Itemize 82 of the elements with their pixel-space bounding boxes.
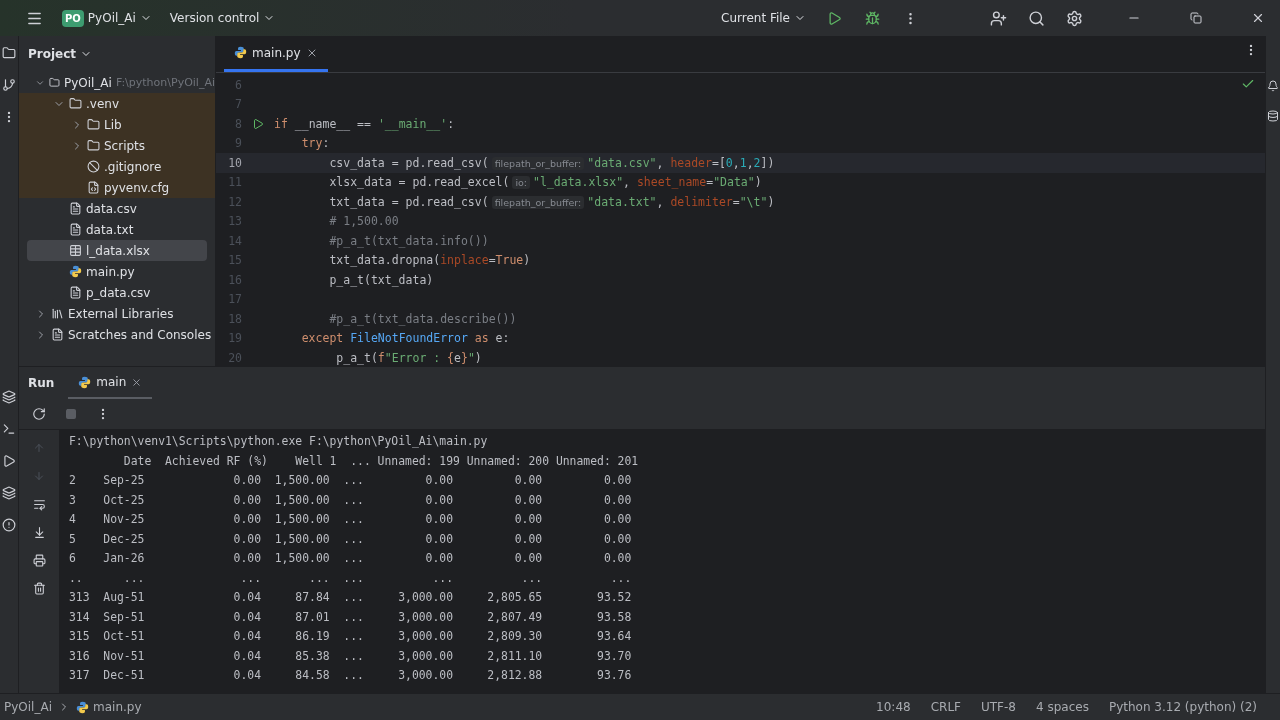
console-line: 3 Oct-25 0.00 1,500.00 ... 0.00 0.00 0.00 — [69, 491, 633, 509]
project-path: F:\python\PyOil_Ai — [115, 76, 215, 89]
console-line: 4 Nov-25 0.00 1,500.00 ... 0.00 0.00 0.00 — [69, 511, 633, 528]
editor-tab[interactable]: main.py — [224, 36, 328, 72]
project-tool-icon[interactable] — [2, 46, 16, 60]
close-tab-icon[interactable] — [131, 376, 143, 388]
code-line: except FileNotFoundError as e: — [300, 331, 510, 346]
python-icon — [234, 46, 247, 59]
code-line: if __name__ == '__main__': — [274, 116, 455, 131]
tree-item[interactable]: PyOil_Ai F:\python\PyOil_Ai — [19, 72, 215, 93]
packages-tool-icon[interactable] — [2, 390, 16, 404]
console-line: F:\python\venv1\Scripts\python.exe F:\python\PyOil_Ai\main.py — [69, 433, 489, 450]
console-line: 2 Sep-25 0.00 1,500.00 ... 0.00 0.00 0.00 — [69, 472, 633, 489]
folder-icon — [87, 118, 100, 131]
scratch-file-icon — [51, 328, 64, 341]
layers-tool-icon[interactable] — [2, 486, 16, 500]
console-line: 5 Dec-25 0.00 1,500.00 ... 0.00 0.00 0.00 — [69, 530, 633, 548]
text-file-icon — [69, 223, 82, 236]
folder-icon — [87, 139, 100, 152]
library-icon — [51, 307, 64, 320]
run-configuration[interactable]: Current File — [717, 9, 810, 27]
code-line: csv_data = pd.read_csv( filepath_or_buffer: "data.csv", header=[0,1,2]) — [328, 155, 775, 170]
no-problems-icon[interactable] — [1241, 77, 1255, 91]
code-line: xlsx_data = pd.read_excel( io: "l_data.xlsx", sheet_name="Data") — [328, 175, 762, 190]
console-line: 313 Aug-51 0.04 87.84 ... 3,000.00 2,805.65 93.52 — [69, 589, 633, 606]
status-item[interactable]: Python 3.12 (python) (2) — [1101, 700, 1264, 714]
code-line: p_a_t(f"Error : {e}") — [335, 350, 482, 365]
status-item[interactable]: UTF-8 — [974, 700, 1023, 714]
problems-tool-icon[interactable] — [2, 518, 16, 532]
run-tool-icon[interactable] — [2, 454, 16, 468]
run-tab[interactable]: main — [68, 367, 153, 399]
folder-icon — [69, 97, 82, 110]
notifications-icon[interactable] — [1267, 80, 1279, 92]
line-number: 10 — [227, 155, 242, 170]
python-file-icon — [69, 265, 82, 278]
tree-item[interactable]: data.txt — [19, 219, 215, 240]
tree-item[interactable]: Scratches and Consoles — [19, 324, 215, 345]
python-icon — [76, 700, 89, 714]
code-line: #p_a_t(txt_data.info()) — [328, 233, 489, 248]
status-item[interactable]: 4 spaces — [1029, 700, 1096, 714]
tree-item[interactable]: External Libraries — [19, 303, 215, 324]
console-line: 315 Oct-51 0.04 86.19 ... 3,000.00 2,809.30 93.64 — [69, 628, 633, 645]
code-line: #p_a_t(txt_data.describe()) — [328, 311, 517, 326]
console-line: .. ... ... ... ... ... ... ... — [69, 569, 633, 587]
code-line: try: — [300, 136, 330, 151]
console-line: Date Achieved RF (%) Well 1 ... Unnamed: 199 Unnamed: 200 Unnamed: 201 — [122, 452, 640, 470]
code-line: txt_data = pd.read_csv( filepath_or_buffer: "data.txt", delimiter="\t") — [328, 194, 775, 209]
text-file-icon — [69, 286, 82, 299]
console-line: 316 Nov-51 0.04 85.38 ... 3,000.00 2,811.10 93.70 — [69, 647, 633, 665]
version-control-menu[interactable]: Version control — [165, 9, 280, 27]
breadcrumb[interactable]: main.py — [76, 700, 142, 714]
tree-item[interactable]: Scripts — [19, 135, 215, 156]
console-line: 317 Dec-51 0.04 84.58 ... 3,000.00 2,812.88 93.76 — [69, 667, 633, 684]
status-item[interactable]: CRLF — [923, 700, 968, 714]
branch-tool-icon[interactable] — [2, 78, 16, 92]
tree-item[interactable]: p_data.csv — [19, 282, 215, 303]
python-icon — [78, 375, 92, 389]
console-line: 6 Jan-26 0.00 1,500.00 ... 0.00 0.00 0.00 — [69, 550, 633, 567]
tree-item[interactable]: pyvenv.cfg — [19, 177, 215, 198]
tree-item[interactable]: .venv — [19, 93, 215, 114]
text-file-icon — [69, 202, 82, 215]
database-icon[interactable] — [1267, 110, 1279, 122]
spreadsheet-icon — [69, 244, 82, 257]
folder-icon — [49, 76, 60, 89]
tree-item[interactable]: main.py — [19, 261, 215, 282]
code-line: txt_data.dropna(inplace=True) — [328, 253, 531, 268]
project-selector[interactable]: PO PyOil_Ai — [58, 7, 156, 29]
breadcrumb[interactable]: PyOil_Ai — [4, 700, 52, 714]
run-gutter-icon[interactable] — [252, 117, 264, 130]
code-line: p_a_t(txt_data) — [328, 272, 434, 287]
ignore-file-icon — [87, 160, 100, 173]
project-panel-title[interactable]: Project — [28, 47, 93, 61]
status-item[interactable]: 10:48 — [869, 700, 918, 714]
tree-item[interactable]: Lib — [19, 114, 215, 135]
tree-item[interactable]: .gitignore — [19, 156, 215, 177]
tree-item[interactable]: data.csv — [19, 198, 215, 219]
terminal-tool-icon[interactable] — [2, 422, 16, 436]
run-panel-title: Run — [28, 375, 55, 392]
code-line: # 1,500.00 — [328, 214, 399, 229]
console-line: 314 Sep-51 0.04 87.01 ... 3,000.00 2,807.49 93.58 — [69, 608, 633, 626]
tree-item[interactable]: l_data.xlsx — [27, 240, 207, 261]
config-file-icon — [87, 181, 100, 194]
